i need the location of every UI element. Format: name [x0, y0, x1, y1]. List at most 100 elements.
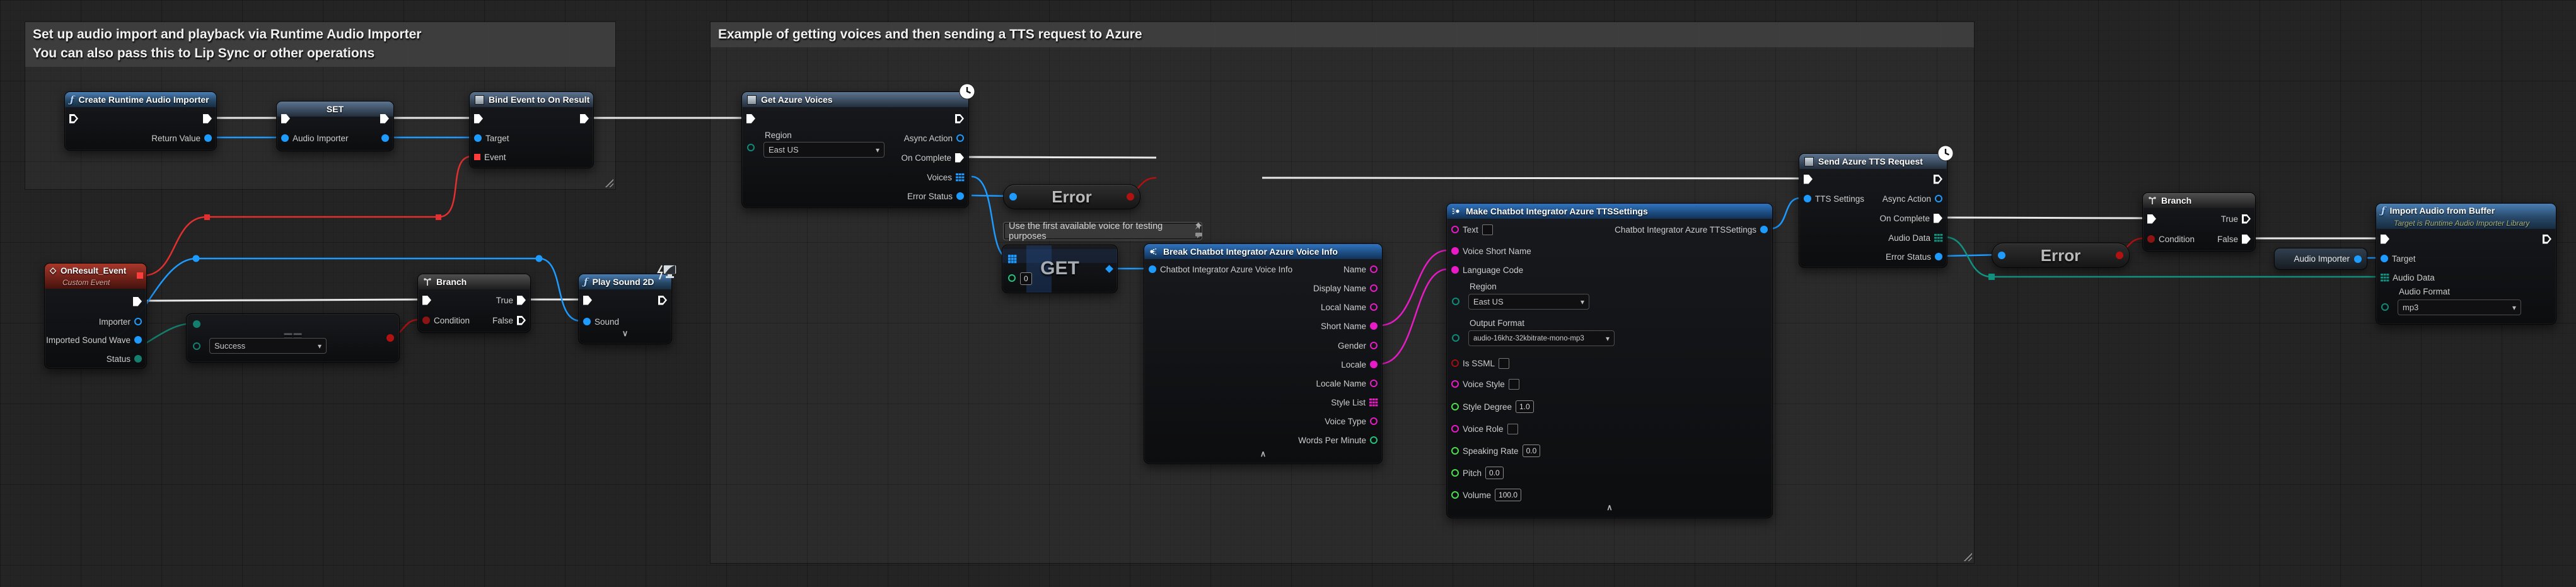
- audio-data-array-pin[interactable]: [1934, 234, 1942, 242]
- index-pin[interactable]: [1008, 274, 1016, 282]
- voice-short-name-pin[interactable]: [1451, 247, 1459, 255]
- exec-out-pin[interactable]: [955, 114, 964, 124]
- enum-dropdown[interactable]: Success ▾: [209, 338, 327, 354]
- speaking-rate-value-box[interactable]: 0.0: [1523, 445, 1541, 457]
- speaking-rate-pin[interactable]: [1451, 447, 1459, 455]
- async-action-pin[interactable]: [956, 134, 964, 142]
- exec-out-pin[interactable]: [580, 114, 589, 124]
- style-degree-value-box[interactable]: 1.0: [1516, 400, 1534, 413]
- exec-in-pin[interactable]: [422, 296, 431, 305]
- node-header[interactable]: Branch: [2143, 193, 2255, 208]
- node-header[interactable]: Make Chatbot Integrator Azure TTSSetting…: [1447, 204, 1772, 219]
- voice-role-pin[interactable]: [1451, 425, 1459, 433]
- text-pin[interactable]: [1451, 226, 1459, 233]
- node-get-azure-voices[interactable]: Get Azure Voices Region East US ▾ Async …: [741, 91, 969, 208]
- target-pin[interactable]: [2381, 255, 2388, 262]
- exec-out-pin[interactable]: [203, 114, 212, 124]
- pitch-value-box[interactable]: 0.0: [1485, 467, 1504, 479]
- node-branch-3[interactable]: Branch True Condition False: [2142, 192, 2256, 252]
- node-bind-event-to-on-result[interactable]: Bind Event to On Result Target Event: [469, 91, 594, 168]
- true-exec-pin[interactable]: [2242, 214, 2251, 224]
- text-value-box[interactable]: [1482, 224, 1493, 235]
- blueprint-canvas[interactable]: { "comments": { "setup": { "line1": "Set…: [0, 0, 2576, 587]
- style-list-array-pin[interactable]: [1369, 398, 1378, 407]
- node-header[interactable]: Break Chatbot Integrator Azure Voice Inf…: [1144, 244, 1382, 259]
- node-header[interactable]: ƒ Create Runtime Audio Importer: [65, 92, 216, 107]
- ttssettings-out-pin[interactable]: [1760, 226, 1768, 233]
- output-format-pin[interactable]: [1452, 334, 1459, 342]
- false-exec-pin[interactable]: [517, 316, 526, 325]
- condition-pin[interactable]: [422, 317, 430, 324]
- node-header[interactable]: Branch: [418, 274, 530, 289]
- voices-array-pin[interactable]: [956, 173, 964, 182]
- exec-in-pin[interactable]: [2147, 214, 2156, 224]
- node-break-azure-voice-info[interactable]: Break Chatbot Integrator Azure Voice Inf…: [1144, 243, 1383, 464]
- node-play-sound-2d[interactable]: ƒ Play Sound 2D Sound ∨: [578, 274, 672, 344]
- event-delegate-pin[interactable]: [474, 154, 480, 160]
- error-out-pin[interactable]: [1127, 193, 1134, 201]
- audio-importer-out-pin[interactable]: [381, 134, 389, 142]
- output-format-dropdown[interactable]: audio-16khz-32kbitrate-mono-mp3 ▾: [1468, 330, 1615, 346]
- style-degree-pin[interactable]: [1451, 403, 1459, 410]
- node-send-azure-tts-request[interactable]: Send Azure TTS Request TTS Settings Asyn…: [1799, 153, 1947, 268]
- delegate-out-pin[interactable]: [137, 272, 143, 279]
- target-pin[interactable]: [474, 134, 482, 142]
- short-name-pin[interactable]: [1370, 322, 1378, 330]
- collapse-chevron[interactable]: ∧: [1447, 503, 1772, 513]
- error-in-pin[interactable]: [1998, 252, 2005, 259]
- audio-format-dropdown[interactable]: mp3 ▾: [2398, 299, 2521, 315]
- node-header[interactable]: Bind Event to On Result: [470, 92, 593, 107]
- audio-format-pin[interactable]: [2381, 303, 2389, 311]
- node-error-pill-1[interactable]: Error: [1003, 184, 1140, 209]
- is-ssml-pin[interactable]: [1451, 359, 1459, 367]
- exec-out-pin[interactable]: [658, 296, 667, 305]
- on-complete-exec-pin[interactable]: [1934, 214, 1942, 223]
- audio-importer-in-pin[interactable]: [281, 134, 289, 142]
- false-exec-pin[interactable]: [2242, 235, 2251, 244]
- node-onresult-custom-event[interactable]: ◇ OnResult_Event Custom Event Importer I…: [44, 263, 147, 369]
- collapse-chevron[interactable]: ∧: [1144, 449, 1382, 459]
- equal-result-pin[interactable]: [386, 334, 394, 342]
- condition-pin[interactable]: [2147, 235, 2155, 243]
- exec-in-pin[interactable]: [474, 114, 483, 124]
- node-import-audio-from-buffer[interactable]: ƒ Import Audio from Buffer Target is Run…: [2376, 203, 2556, 325]
- exec-in-pin[interactable]: [583, 296, 592, 305]
- equal-input-a-pin[interactable]: [193, 320, 200, 328]
- variable-out-pin[interactable]: [2354, 255, 2362, 263]
- name-pin[interactable]: [1370, 265, 1378, 273]
- local-name-pin[interactable]: [1370, 303, 1378, 311]
- node-comment-bubble[interactable]: Use the first available voice for testin…: [1003, 222, 1202, 240]
- region-pin[interactable]: [1452, 298, 1459, 305]
- bubble-pin-icon[interactable]: [1193, 222, 1204, 238]
- pitch-pin[interactable]: [1451, 469, 1459, 477]
- exec-in-pin[interactable]: [1804, 175, 1813, 184]
- node-audio-importer-variable[interactable]: Audio Importer: [2274, 248, 2367, 270]
- region-dropdown[interactable]: East US ▾: [1468, 294, 1589, 310]
- imported-sound-wave-pin[interactable]: [134, 336, 142, 344]
- error-in-pin[interactable]: [1009, 193, 1017, 201]
- importer-pin[interactable]: [134, 318, 142, 325]
- node-header[interactable]: SET: [277, 102, 393, 117]
- node-error-pill-2[interactable]: Error: [1992, 243, 2130, 268]
- sound-pin[interactable]: [583, 318, 591, 325]
- node-equal-enum[interactable]: == Success ▾: [186, 313, 400, 363]
- region-pin[interactable]: [747, 144, 755, 151]
- locale-pin[interactable]: [1370, 361, 1378, 368]
- locale-name-pin[interactable]: [1370, 380, 1378, 387]
- volume-value-box[interactable]: 100.0: [1495, 489, 1521, 501]
- volume-pin[interactable]: [1451, 491, 1459, 499]
- array-in-pin[interactable]: [1008, 255, 1016, 263]
- node-header[interactable]: ◇ OnResult_Event Custom Event: [45, 264, 146, 289]
- index-value-box[interactable]: 0: [1020, 272, 1032, 285]
- error-status-pin[interactable]: [1935, 253, 1942, 260]
- exec-out-pin[interactable]: [380, 114, 389, 124]
- node-header[interactable]: Get Azure Voices: [742, 92, 968, 107]
- async-action-pin[interactable]: [1935, 195, 1942, 202]
- region-dropdown[interactable]: East US ▾: [763, 142, 885, 158]
- return-value-pin[interactable]: [204, 134, 212, 142]
- equal-input-b-pin[interactable]: [193, 342, 200, 350]
- gender-pin[interactable]: [1370, 342, 1378, 349]
- node-branch-1[interactable]: Branch True Condition False: [417, 274, 531, 333]
- struct-in-pin[interactable]: [1149, 265, 1156, 273]
- exec-out-pin[interactable]: [1934, 175, 1942, 184]
